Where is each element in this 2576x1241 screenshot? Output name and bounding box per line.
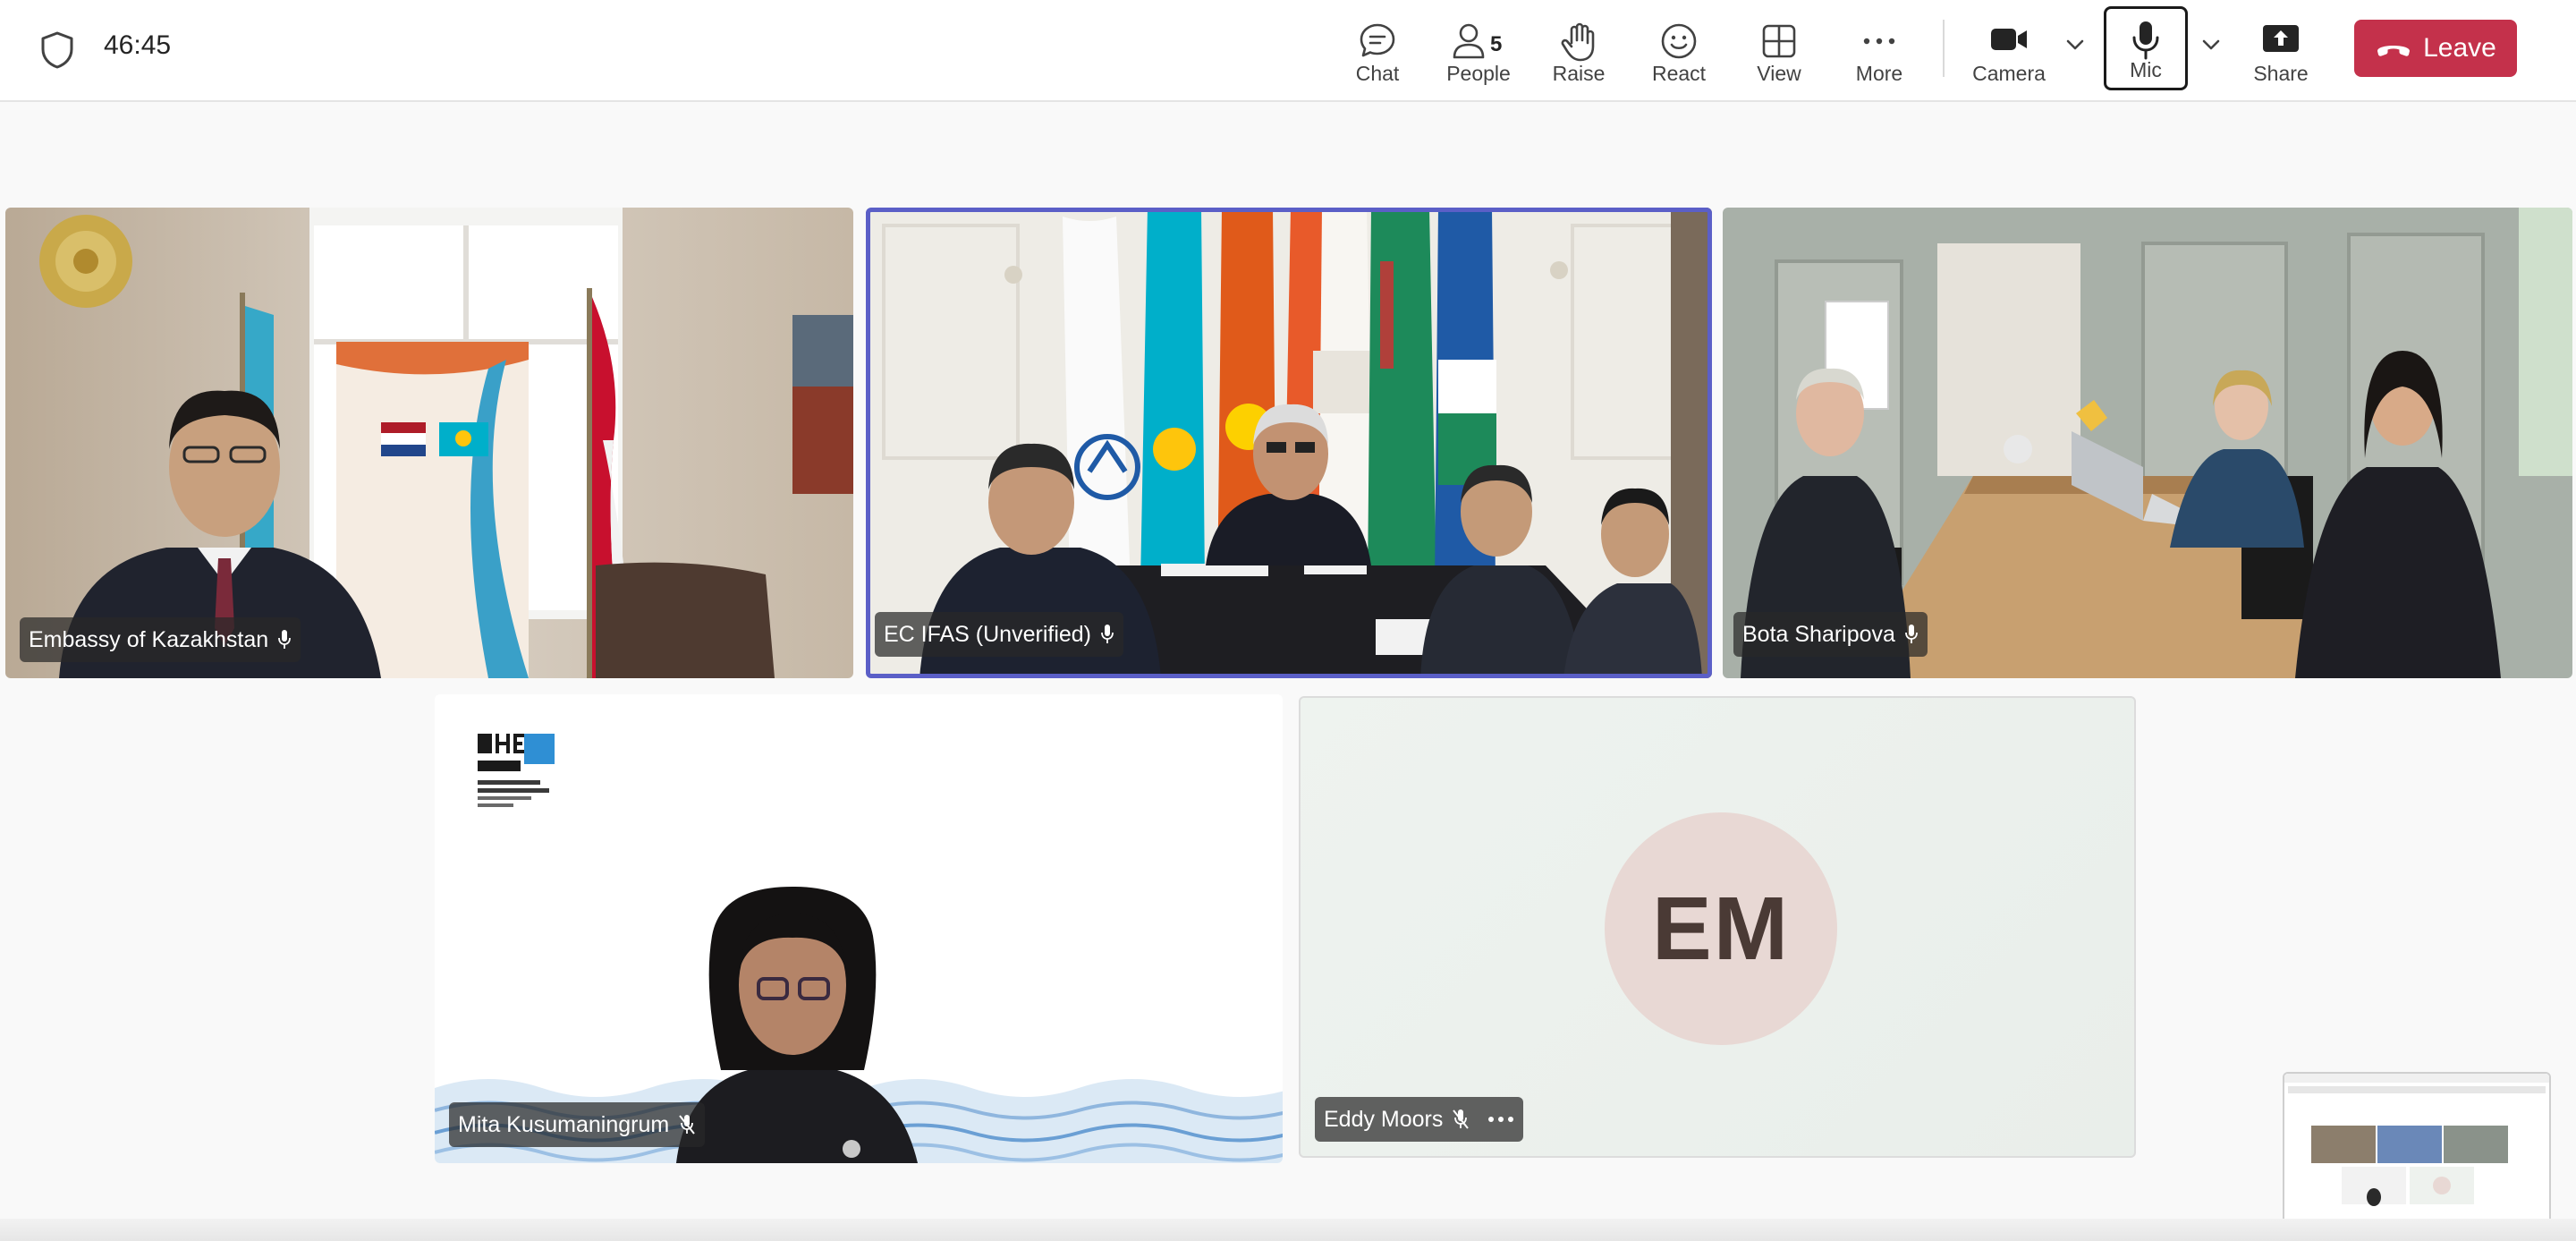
toolbar-divider [1943, 20, 1945, 77]
view-label: View [1757, 62, 1801, 85]
video-tile-ec-ifas[interactable]: EC IFAS (Unverified) [866, 208, 1712, 678]
video-tile-embassy-of-kazakhstan[interactable]: Embassy of Kazakhstan [5, 208, 853, 678]
share-label: Share [2253, 62, 2309, 85]
screen-share-preview-thumbnail[interactable] [2283, 1072, 2551, 1241]
mic-muted-icon [679, 1115, 695, 1135]
react-button[interactable]: React [1639, 11, 1719, 91]
view-button[interactable]: View [1739, 11, 1819, 91]
participant-name: Embassy of Kazakhstan [29, 626, 269, 652]
shield-icon[interactable] [39, 30, 75, 70]
mic-label: Mic [2130, 58, 2162, 81]
participant-options-icon[interactable] [1487, 1115, 1514, 1124]
video-tile-bota-sharipova[interactable]: Bota Sharipova [1723, 208, 2572, 678]
camera-button[interactable]: Camera [1964, 11, 2054, 91]
chat-icon [1360, 23, 1395, 57]
more-dots-icon [1863, 38, 1895, 45]
more-button[interactable]: More [1839, 11, 1919, 91]
video-feed-conference-room [866, 208, 1712, 678]
screen-bottom-edge [0, 1219, 2576, 1241]
participant-name-tag: Embassy of Kazakhstan [20, 617, 301, 662]
participant-name-tag: Mita Kusumaningrum [449, 1102, 706, 1147]
raise-label: Raise [1552, 62, 1606, 85]
microphone-icon [2132, 21, 2159, 60]
mic-button[interactable]: Mic [2104, 6, 2188, 90]
hand-icon [1561, 22, 1595, 62]
mic-muted-icon [1453, 1109, 1470, 1129]
hang-up-icon [2377, 46, 2411, 56]
camera-options-chevron-icon[interactable] [2064, 38, 2086, 52]
mic-on-icon [278, 630, 292, 649]
meeting-toolbar: 46:45 Chat 5 People Raise React View Mor… [0, 0, 2576, 102]
video-tile-mita-kusumaningrum[interactable]: Mita Kusumaningrum [435, 694, 1283, 1163]
leave-label: Leave [2423, 33, 2496, 63]
participant-name: EC IFAS (Unverified) [884, 621, 1092, 647]
chat-label: Chat [1355, 62, 1400, 85]
video-feed-ihe-delft-background [435, 694, 1283, 1163]
share-button[interactable]: Share [2243, 11, 2318, 91]
preview-image [2284, 1074, 2549, 1239]
participant-name-tag: Eddy Moors [1315, 1097, 1524, 1142]
video-tile-eddy-moors[interactable]: EM Eddy Moors [1299, 696, 2136, 1158]
people-button[interactable]: 5 People [1438, 11, 1519, 91]
mic-options-chevron-icon[interactable] [2200, 38, 2222, 52]
avatar: EM [1605, 812, 1837, 1045]
smiley-icon [1661, 23, 1697, 59]
react-label: React [1651, 62, 1707, 85]
people-count: 5 [1490, 32, 1503, 56]
people-label: People [1446, 62, 1511, 85]
people-icon [1453, 23, 1485, 59]
participant-name: Eddy Moors [1324, 1106, 1444, 1132]
raise-hand-button[interactable]: Raise [1538, 11, 1619, 91]
participant-name: Bota Sharipova [1742, 621, 1895, 647]
more-label: More [1855, 62, 1903, 85]
video-feed-meeting-room [1723, 208, 2572, 678]
participant-name-tag: EC IFAS (Unverified) [875, 612, 1124, 657]
video-feed-embassy-office [5, 208, 853, 678]
participant-name-tag: Bota Sharipova [1733, 612, 1928, 657]
camera-label: Camera [1972, 62, 2046, 85]
participant-name: Mita Kusumaningrum [458, 1111, 670, 1137]
camera-icon [1991, 29, 2027, 50]
grid-view-icon [1762, 24, 1796, 58]
chat-button[interactable]: Chat [1342, 11, 1413, 91]
mic-on-icon [1101, 625, 1114, 643]
meeting-timer: 46:45 [104, 30, 172, 60]
leave-button[interactable]: Leave [2354, 20, 2517, 77]
share-screen-icon [2263, 25, 2299, 52]
mic-on-icon [1905, 625, 1918, 643]
